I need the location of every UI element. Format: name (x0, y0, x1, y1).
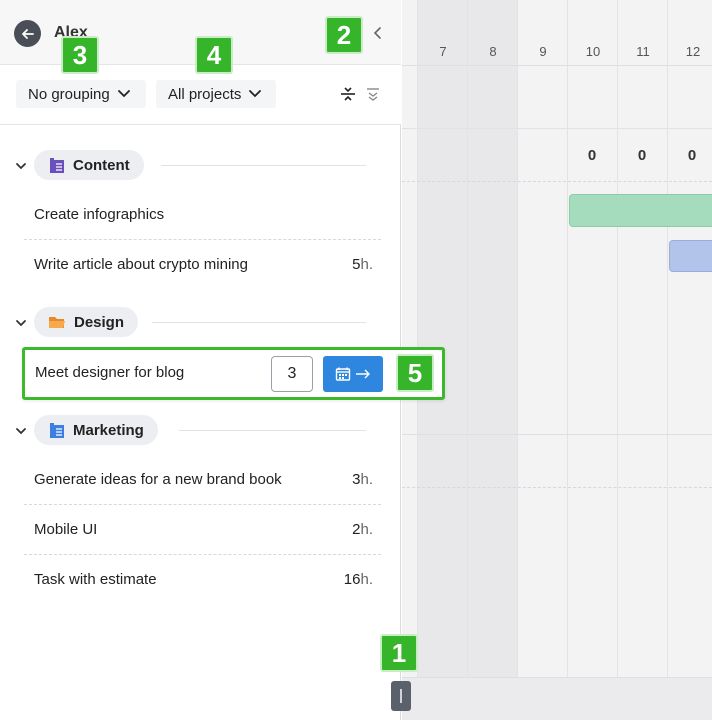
callout-badge-1: 1 (380, 634, 418, 672)
scheduled-task-bar[interactable] (569, 194, 712, 227)
group-chip-marketing: Marketing (34, 415, 158, 445)
task-hours: 16h. (343, 571, 373, 588)
chevron-down-icon (117, 90, 130, 98)
chevron-down-icon[interactable] (14, 316, 28, 330)
day-column: 12 (667, 0, 712, 720)
task-row[interactable]: Create infographics (24, 190, 381, 240)
task-row[interactable]: Write article about crypto mining 5h. (24, 240, 381, 290)
callout-badge-5: 5 (396, 354, 434, 392)
scheduled-task-bar[interactable] (669, 240, 712, 272)
callout-badge-3: 3 (61, 36, 99, 74)
calendar-grid: 7 8 9 10 11 12 0 0 0 (402, 0, 712, 720)
divider (402, 181, 712, 182)
group-label: Marketing (73, 421, 144, 439)
folder-icon (49, 316, 65, 328)
filter-lines-icon (367, 88, 379, 101)
projects-select[interactable]: All projects (156, 80, 276, 108)
collapse-all-button[interactable] (339, 85, 357, 103)
callout-badge-4: 4 (195, 36, 233, 74)
task-name: Generate ideas for a new brand book (34, 471, 282, 488)
divider (152, 322, 366, 323)
projects-select-value: All projects (168, 85, 242, 103)
task-row[interactable]: Mobile UI 2h. (24, 505, 381, 555)
group-content: Content (0, 150, 401, 182)
day-number: 12 (685, 44, 701, 59)
chevron-down-icon[interactable] (14, 424, 28, 438)
task-name: Meet designer for blog (35, 364, 185, 381)
divider (402, 128, 712, 129)
divider (402, 487, 712, 488)
divider (179, 430, 366, 431)
calendar-footer (402, 677, 712, 720)
filter-bar: No grouping All projects (0, 65, 401, 125)
chevron-down-icon (249, 90, 262, 98)
task-name: Mobile UI (34, 521, 98, 538)
schedule-task-button[interactable] (323, 356, 383, 392)
group-chip-content: Content (34, 150, 144, 180)
divider (402, 65, 712, 66)
task-hours: 3h. (352, 471, 373, 488)
task-name: Task with estimate (34, 571, 157, 588)
chevron-left-icon (373, 27, 381, 39)
task-hours: 2h. (352, 521, 373, 538)
day-number: 9 (539, 44, 547, 59)
day-number: 7 (439, 44, 447, 59)
document-stack-icon (50, 157, 64, 173)
estimate-input[interactable]: 3 (271, 356, 313, 392)
grouping-select[interactable]: No grouping (16, 80, 146, 108)
arrow-right-icon (356, 369, 370, 379)
day-task-count: 0 (637, 147, 647, 164)
chevron-down-icon[interactable] (14, 159, 28, 173)
day-number: 8 (489, 44, 497, 59)
calendar-icon (335, 367, 351, 381)
day-number: 10 (585, 44, 601, 59)
group-marketing: Marketing (0, 415, 401, 447)
group-chip-design: Design (34, 307, 139, 337)
day-number: 11 (636, 44, 650, 59)
day-column: 11 (617, 0, 667, 720)
back-button[interactable] (14, 20, 41, 47)
callout-badge-2: 2 (325, 16, 363, 54)
compress-icon (341, 87, 355, 101)
task-name: Create infographics (34, 206, 165, 223)
arrow-left-icon (21, 28, 34, 39)
divider (402, 434, 712, 435)
group-label: Content (73, 156, 130, 174)
day-column: 9 (517, 0, 567, 720)
sort-filter-button[interactable] (364, 85, 382, 103)
grouping-select-value: No grouping (28, 85, 110, 103)
task-hours: 5h. (352, 256, 373, 273)
day-task-count: 0 (587, 147, 597, 164)
divider (161, 165, 366, 166)
task-row[interactable]: Generate ideas for a new brand book 3h. (24, 455, 381, 505)
document-stack-icon (50, 422, 64, 438)
collapse-panel-button[interactable] (370, 24, 386, 42)
active-task-row[interactable]: Meet designer for blog 3 (22, 347, 445, 400)
group-label: Design (74, 313, 125, 331)
day-column: 8 (467, 0, 517, 720)
panel-resize-handle[interactable] (391, 681, 411, 711)
day-task-count: 0 (687, 147, 697, 164)
task-row[interactable]: Task with estimate 16h. (24, 555, 381, 605)
group-design: Design (0, 307, 401, 339)
day-column: 10 (567, 0, 617, 720)
task-name: Write article about crypto mining (34, 256, 248, 273)
